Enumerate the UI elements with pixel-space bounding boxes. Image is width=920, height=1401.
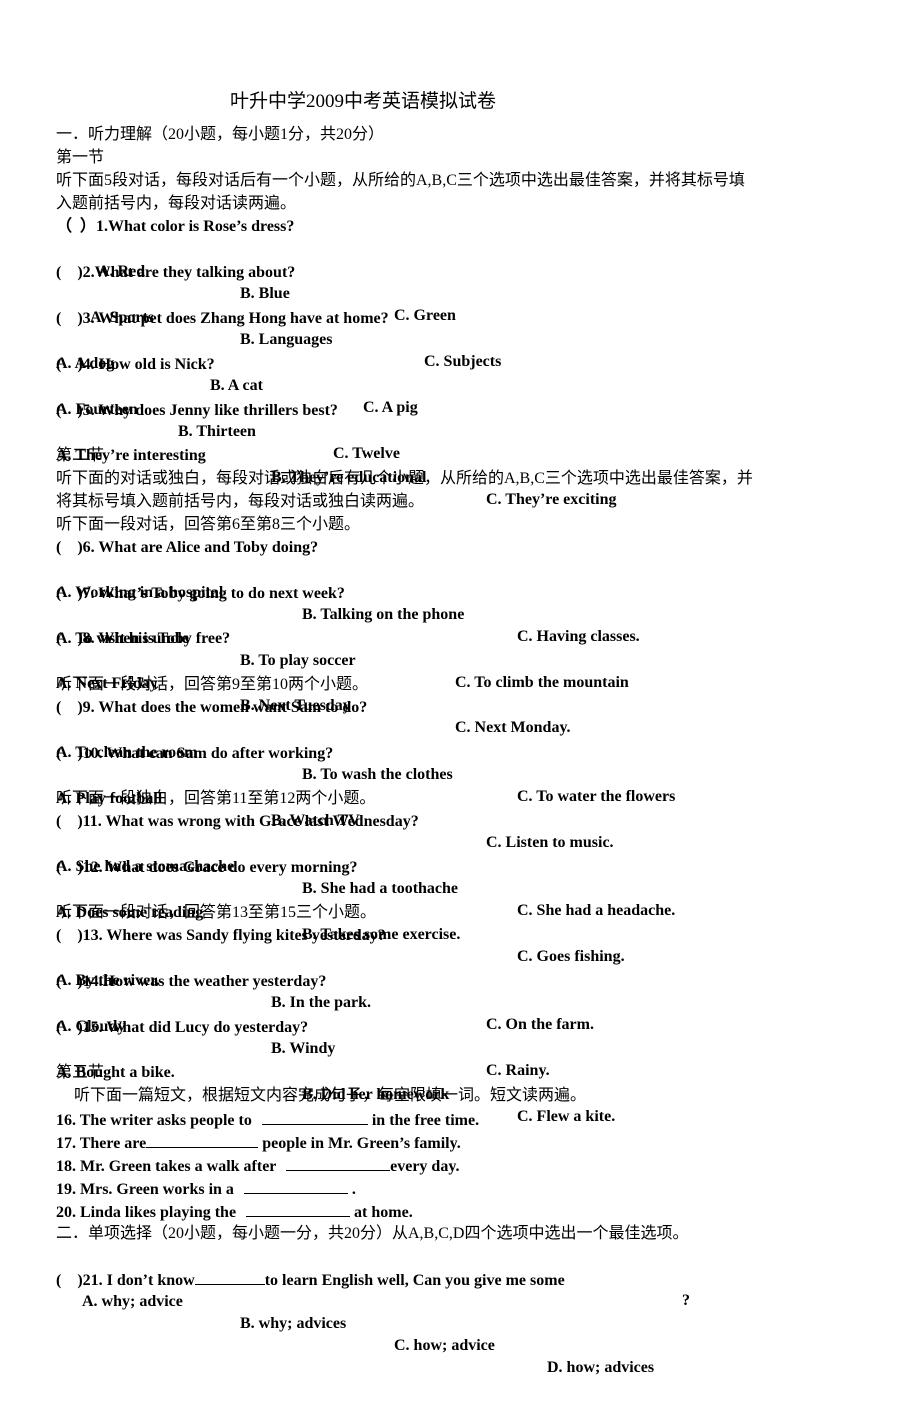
- question-text: 2.What are they talking about?: [82, 264, 296, 281]
- answer-blank[interactable]: [261, 1108, 368, 1125]
- question-12: ( )12. What does Grace do every morning?: [56, 857, 357, 879]
- question-1: （ ）1.What color is Rose’s dress?: [56, 216, 294, 238]
- answer-paren[interactable]: ( ): [56, 971, 83, 993]
- question-14: ( )14.How was the weather yesterday?: [56, 971, 326, 993]
- answer-paren[interactable]: ( ): [56, 628, 83, 650]
- answer-paren[interactable]: ( ): [56, 308, 83, 330]
- question-2: ( )2.What are they talking about?: [56, 262, 295, 284]
- part1-heading: 一．听力理解（20小题，每小题1分，共20分）: [56, 126, 385, 143]
- group-instructions-9-10: 听下面一段对话，回答第9至第10两个小题。: [56, 676, 369, 693]
- question-8: ( )8. When is Toby free?: [56, 628, 230, 650]
- question-3: ( )3. What pet does Zhang Hong have at h…: [56, 308, 389, 330]
- section1-instructions-1: 听下面5段对话，每段对话后有一个小题，从所给的A,B,C三个选项中选出最佳答案，…: [56, 172, 745, 189]
- question-13: ( )13. Where was Sandy flying kites yest…: [56, 925, 386, 947]
- option-c: C. how; advice: [394, 1337, 495, 1354]
- section2-label: 第二节: [56, 447, 105, 464]
- fill-blank-19: 19. Mrs. Green works in a .: [56, 1177, 356, 1201]
- blank-prefix: 20. Linda likes playing the: [56, 1204, 241, 1221]
- answer-paren[interactable]: ( ): [56, 400, 83, 422]
- section2-instructions-2: 将其标号填入题前括号内，每段对话或独白读两遍。: [56, 493, 425, 510]
- question-text: 14.How was the weather yesterday?: [82, 973, 327, 990]
- section3-instructions: 听下面一篇短文，根据短文内容完成句子，每空限填一词。短文读两遍。: [74, 1087, 587, 1104]
- question-text: 12. What does Grace do every morning?: [82, 859, 358, 876]
- answer-paren[interactable]: （ ）: [56, 216, 96, 238]
- answer-blank[interactable]: [246, 1200, 351, 1217]
- option-a: A. why; advice: [82, 1293, 183, 1310]
- answer-blank[interactable]: [286, 1154, 391, 1171]
- answer-paren[interactable]: ( ): [56, 811, 83, 833]
- question-5: ( )5. Why does Jenny like thrillers best…: [56, 400, 338, 422]
- question-7: ( )7. What’s Toby going to do next week?: [56, 583, 345, 605]
- question-11: ( )11. What was wrong with Grace last We…: [56, 811, 419, 833]
- question-text: 8. When is Toby free?: [82, 630, 231, 647]
- answer-paren[interactable]: ( ): [56, 262, 83, 284]
- section1-instructions-2: 入题前括号内，每段对话读两遍。: [56, 195, 297, 212]
- question-text: 13. Where was Sandy flying kites yesterd…: [82, 927, 386, 944]
- question-text: 1.What color is Rose’s dress?: [96, 218, 295, 235]
- section3-label: 第三节: [56, 1064, 105, 1081]
- group-instructions-13-15: 听下面一段对话，回答第13至第15三个小题。: [56, 904, 377, 921]
- question-text: 7. What’s Toby going to do next week?: [82, 585, 345, 602]
- blank-prefix: 17. There are: [56, 1135, 147, 1152]
- exam-page: 叶升中学2009中考英语模拟试卷 一．听力理解（20小题，每小题1分，共20分）…: [0, 0, 920, 1388]
- document-title: 叶升中学2009中考英语模拟试卷: [230, 91, 497, 112]
- fill-blank-16: 16. The writer asks people to in the fre…: [56, 1108, 479, 1132]
- blank-suffix: every day.: [390, 1158, 460, 1175]
- option-d: D. how; advices: [547, 1359, 655, 1376]
- blank-suffix: at home.: [350, 1204, 413, 1221]
- answer-paren[interactable]: ( ): [56, 697, 83, 719]
- question-4: ( )4. How old is Nick?: [56, 354, 215, 376]
- question-text: 5. Why does Jenny like thrillers best?: [82, 402, 338, 419]
- question-15: ( )15. What did Lucy do yesterday?: [56, 1017, 308, 1039]
- blank-suffix: in the free time.: [367, 1112, 480, 1129]
- fill-blank-20: 20. Linda likes playing the at home.: [56, 1200, 413, 1224]
- fill-blank-17: 17. There are people in Mr. Green’s fami…: [56, 1131, 461, 1155]
- answer-blank[interactable]: [146, 1131, 259, 1148]
- fill-blank-18: 18. Mr. Green takes a walk after every d…: [56, 1154, 459, 1178]
- question-10: ( )10. What can Sam do after working?: [56, 743, 333, 765]
- question-9: ( )9. What does the women want Sam to do…: [56, 697, 367, 719]
- answer-paren[interactable]: ( ): [56, 583, 83, 605]
- blank-prefix: 16. The writer asks people to: [56, 1112, 256, 1129]
- part2-heading: 二．单项选择（20小题，每小题一分，共20分）从A,B,C,D四个选项中选出一个…: [56, 1225, 689, 1242]
- answer-paren[interactable]: ( ): [56, 354, 83, 376]
- answer-paren[interactable]: ( ): [56, 925, 83, 947]
- group-instructions-6-8: 听下面一段对话，回答第6至第8三个小题。: [56, 516, 361, 533]
- question-21-options: A. why; advice B. why; advices C. how; a…: [0, 1269, 920, 1401]
- question-text: 6. What are Alice and Toby doing?: [82, 539, 319, 556]
- question-text: 15. What did Lucy do yesterday?: [82, 1019, 309, 1036]
- blank-suffix: people in Mr. Green’s family.: [258, 1135, 461, 1152]
- answer-paren[interactable]: ( ): [56, 743, 83, 765]
- blank-prefix: 18. Mr. Green takes a walk after: [56, 1158, 281, 1175]
- option-b: B. why; advices: [240, 1315, 347, 1332]
- blank-suffix: .: [347, 1181, 356, 1198]
- answer-paren[interactable]: ( ): [56, 857, 83, 879]
- question-6: ( )6. What are Alice and Toby doing?: [56, 537, 318, 559]
- section2-instructions-1: 听下面的对话或独白，每段对话或独白后有几个小题，从所给的A,B,C三个选项中选出…: [56, 470, 753, 487]
- answer-blank[interactable]: [243, 1177, 348, 1194]
- question-text: 11. What was wrong with Grace last Wedne…: [82, 813, 419, 830]
- blank-prefix: 19. Mrs. Green works in a: [56, 1181, 238, 1198]
- question-text: 4. How old is Nick?: [82, 356, 215, 373]
- group-instructions-11-12: 听下面一段独白，回答第11至第12两个小题。: [56, 790, 376, 807]
- section1-label: 第一节: [56, 149, 105, 166]
- question-text: 3. What pet does Zhang Hong have at home…: [82, 310, 389, 327]
- answer-paren[interactable]: ( ): [56, 1017, 83, 1039]
- answer-paren[interactable]: ( ): [56, 537, 83, 559]
- option-c: C. Flew a kite.: [517, 1108, 616, 1125]
- question-text: 10. What can Sam do after working?: [82, 745, 334, 762]
- option-c: C. They’re exciting: [486, 491, 617, 508]
- question-text: 9. What does the women want Sam to do?: [82, 699, 368, 716]
